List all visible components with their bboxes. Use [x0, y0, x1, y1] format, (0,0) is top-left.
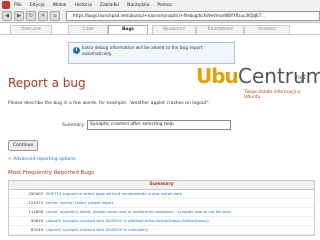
bug-id: 83149: [30, 227, 43, 232]
bug-id: 124373: [28, 200, 44, 205]
menu-bookmarks[interactable]: Zakładki: [96, 3, 123, 8]
menu-history[interactable]: Historia: [71, 3, 96, 8]
forward-icon[interactable]: ▶: [14, 11, 24, 21]
tab-translations[interactable]: Translations: [196, 25, 244, 34]
firefox-icon: [2, 1, 10, 9]
menu-help[interactable]: Pomoc: [153, 3, 176, 8]
url-bar[interactable]: https://bugs.launchpad.net/ubuntu/+sourc…: [66, 11, 320, 21]
menu-tools[interactable]: Narzędzia: [123, 3, 153, 8]
table-header-summary: Summary: [9, 181, 314, 190]
bug-summary-link[interactable]: SMST15 support to select apps without re…: [46, 191, 182, 196]
tab-code[interactable]: Code: [68, 25, 108, 34]
brand-suffix: .net: [294, 74, 306, 81]
bug-id: 290403: [28, 191, 44, 196]
info-box: i Extra debug information will be added …: [68, 42, 235, 64]
bug-id: 111808: [28, 209, 44, 214]
table-row[interactable]: 83149 (apport) synaptic crashed with SIGS…: [9, 226, 314, 235]
reported-bugs-heading: Most Frequently Reported Bugs: [8, 170, 95, 176]
summary-input[interactable]: Synaptic crashed after selecting help: [87, 120, 231, 130]
tab-bugs[interactable]: Bugs: [108, 25, 148, 34]
reported-bugs-table: Summary 290403 SMST15 support to select a…: [8, 180, 315, 236]
stop-icon[interactable]: ✕: [38, 11, 48, 21]
back-icon[interactable]: ◀: [2, 11, 12, 21]
page-title: Report a bug: [8, 76, 86, 90]
table-row[interactable]: 124373 cache: cache() failed, please repo…: [9, 199, 314, 208]
brand-name-part2: Centrum: [238, 64, 320, 88]
reload-icon[interactable]: ↻: [26, 11, 36, 21]
table-row[interactable]: 290403 SMST15 support to select apps with…: [9, 190, 314, 199]
home-icon[interactable]: ⌂: [50, 11, 60, 21]
bug-summary-link[interactable]: (apport) synaptic crashed with SIGSEGV i…: [46, 227, 148, 232]
info-icon: i: [73, 47, 80, 54]
summary-label: Summary:: [62, 123, 85, 128]
tab-blueprints[interactable]: Blueprints: [152, 25, 196, 34]
bug-description-text: Please describe the bug in a few words, …: [8, 101, 211, 106]
ubucentrum-watermark: Ubu Centrum .net Twoje źródło informacji…: [196, 64, 320, 108]
bug-summary-link[interactable]: cache: cache() failed, please report: [46, 200, 113, 205]
advanced-reporting-link[interactable]: + Advanced reporting options: [8, 157, 76, 162]
launchpad-tabs: Overview Code Bugs Blueprints Translatio…: [0, 23, 320, 35]
table-row[interactable]: 90818 (apport) synaptic crashed with SIGS…: [9, 217, 314, 226]
table-row[interactable]: 111808 cache: upgrade() failed, please re…: [9, 208, 314, 217]
continue-button[interactable]: Continue: [8, 140, 39, 151]
tab-answers[interactable]: Answers: [244, 25, 290, 34]
tab-overview[interactable]: Overview: [10, 25, 52, 34]
bug-id: 90818: [30, 218, 43, 223]
bug-summary-link[interactable]: (apport) synaptic crashed with SIGSEGV i…: [46, 218, 209, 223]
menu-view[interactable]: Widok: [49, 3, 71, 8]
browser-toolbar: ◀ ▶ ↻ ✕ ⌂ https://bugs.launchpad.net/ubu…: [0, 10, 320, 23]
menu-file[interactable]: Plik: [10, 3, 26, 8]
menu-edit[interactable]: Edycja: [26, 3, 49, 8]
brand-tagline: Twoje źródło informacji o Ubuntu: [244, 90, 301, 100]
brand-name-part1: Ubu: [196, 64, 239, 88]
bug-summary-link[interactable]: cache: upgrade() failed, please report d…: [46, 209, 231, 214]
info-text: Extra debug information will be added to…: [82, 46, 203, 57]
